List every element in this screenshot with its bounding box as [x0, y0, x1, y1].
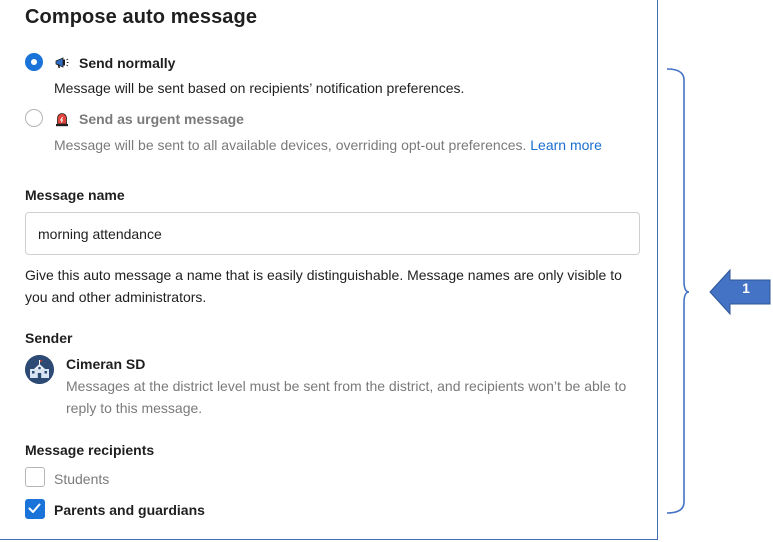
send-urgent-radio[interactable] [25, 109, 43, 127]
recipients-label: Message recipients [25, 442, 155, 458]
parents-guardians-checkbox[interactable] [25, 499, 45, 519]
message-name-input[interactable] [25, 212, 640, 255]
annotation-bracket [666, 68, 690, 514]
send-urgent-description: Message will be sent to all available de… [54, 137, 527, 153]
page-title: Compose auto message [25, 6, 258, 28]
send-normally-radio[interactable] [25, 53, 43, 71]
siren-icon [56, 113, 68, 127]
parents-guardians-label: Parents and guardians [54, 502, 205, 518]
compose-panel: Compose auto message Send normally Messa… [0, 0, 658, 540]
send-urgent-description-row: Message will be sent to all available de… [54, 137, 602, 153]
students-checkbox[interactable] [25, 467, 45, 487]
send-normally-label: Send normally [79, 55, 176, 71]
screenshot-stage: Compose auto message Send normally Messa… [0, 0, 773, 542]
sender-avatar [25, 355, 54, 384]
message-name-label: Message name [25, 187, 125, 203]
sender-name: Cimeran SD [66, 356, 146, 372]
checkmark-icon [28, 503, 41, 513]
sender-description: Messages at the district level must be s… [66, 378, 627, 416]
school-building-icon [25, 355, 54, 384]
learn-more-link[interactable]: Learn more [530, 137, 602, 153]
send-urgent-label: Send as urgent message [79, 111, 244, 127]
send-normally-description: Message will be sent based on recipients… [54, 80, 465, 96]
students-label: Students [54, 471, 110, 487]
annotation-number: 1 [742, 280, 750, 296]
sender-label: Sender [25, 330, 73, 346]
megaphone-icon [55, 57, 69, 68]
message-name-help: Give this auto message a name that is ea… [25, 267, 622, 305]
